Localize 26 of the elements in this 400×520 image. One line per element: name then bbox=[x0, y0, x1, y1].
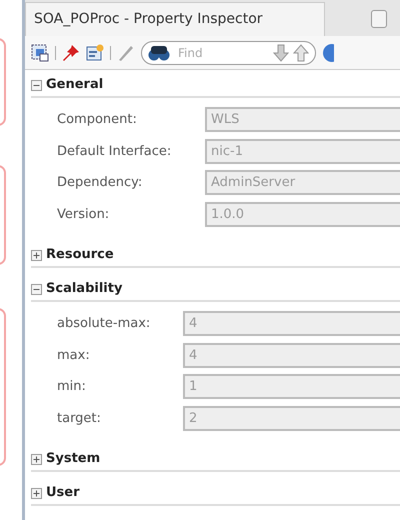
binoculars-icon bbox=[148, 44, 170, 60]
field-label: min: bbox=[57, 378, 87, 396]
collapse-icon[interactable] bbox=[31, 80, 42, 90]
collapse-icon[interactable] bbox=[31, 284, 42, 294]
section-title[interactable]: Scalability bbox=[46, 279, 122, 299]
section-title[interactable]: System bbox=[46, 449, 100, 469]
expand-icon[interactable] bbox=[31, 250, 42, 260]
section-title[interactable]: User bbox=[46, 483, 80, 503]
arrow-up-icon[interactable] bbox=[293, 44, 309, 62]
arrow-down-icon[interactable] bbox=[273, 44, 289, 62]
section-title[interactable]: Resource bbox=[46, 245, 114, 265]
field-label: target: bbox=[57, 410, 102, 428]
maximize-button[interactable] bbox=[371, 10, 387, 28]
field-label: max: bbox=[57, 346, 91, 364]
field-label: absolute-max: bbox=[57, 315, 152, 333]
pin-icon[interactable] bbox=[62, 44, 80, 62]
expand-icon[interactable] bbox=[31, 454, 42, 464]
field-label: Dependency: bbox=[57, 174, 144, 192]
field-label: Default Interface: bbox=[57, 142, 172, 160]
expand-icon[interactable] bbox=[31, 488, 42, 498]
field-label: Component: bbox=[57, 111, 138, 129]
window-tab[interactable]: SOA_POProc - Property Inspector bbox=[25, 2, 325, 36]
field-label: Version: bbox=[57, 206, 110, 224]
edit-icon[interactable] bbox=[86, 44, 104, 62]
select-icon[interactable] bbox=[31, 44, 49, 62]
section-title[interactable]: General bbox=[46, 75, 104, 95]
